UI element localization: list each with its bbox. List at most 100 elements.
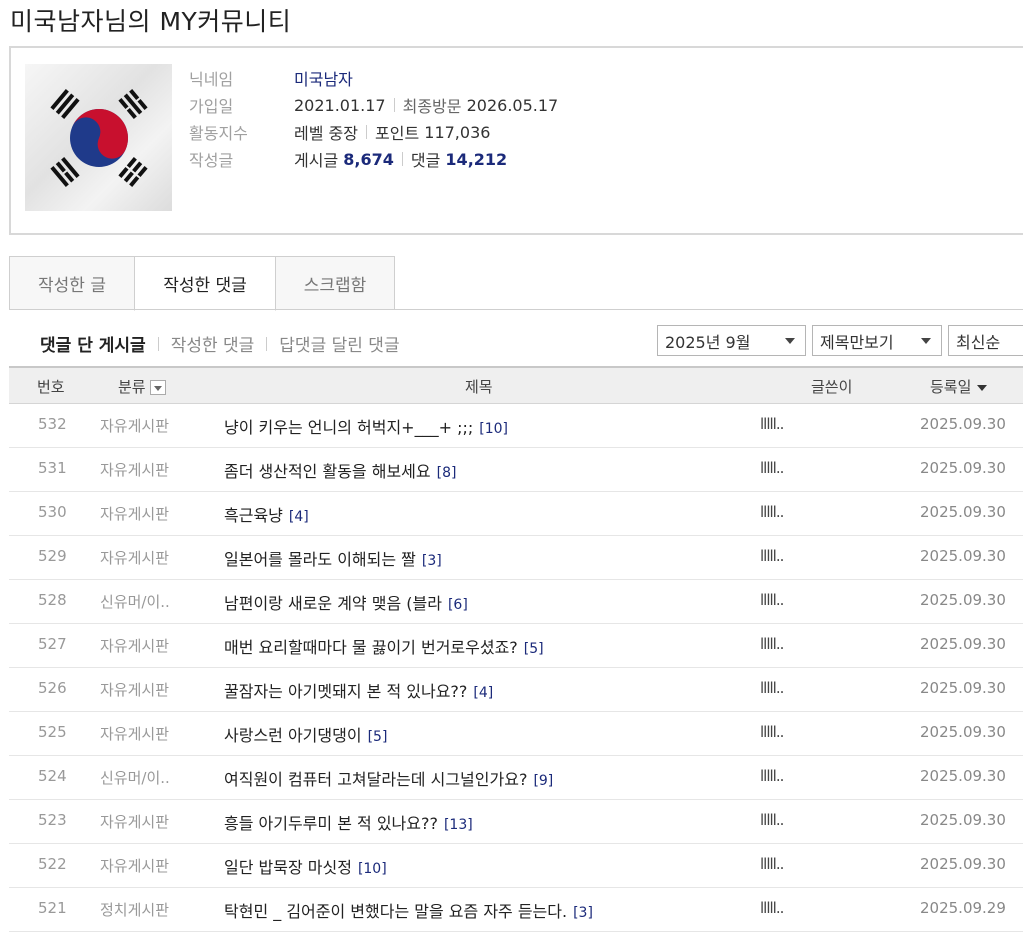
row-writer[interactable]: lllll.. [760,415,784,433]
subnav-commented-posts[interactable]: 댓글 단 게시글 [40,331,146,356]
row-comment-count[interactable]: [10] [358,861,387,877]
row-title[interactable]: 사랑스런 아기댕댕이 [5] [224,722,387,746]
chevron-down-icon [921,338,931,344]
row-category[interactable]: 자유게시판 [100,723,169,744]
row-comment-count[interactable]: [5] [368,729,388,745]
row-title-text[interactable]: 좀더 생산적인 활동을 해보세요 [224,462,431,481]
comment-count-label: 댓글 [410,151,441,170]
row-title[interactable]: 탁현민 _ 김어준이 변했다는 말을 요즘 자주 듣는다. [3] [224,898,593,922]
sort-select[interactable]: 최신순 [948,325,1023,356]
row-title[interactable]: 매번 요리할때마다 물 끓이기 번거로우셨죠? [5] [224,634,544,658]
page-title: 미국남자님의 MY커뮤니티 [10,7,292,36]
row-comment-count[interactable]: [5] [524,641,544,657]
table-row: 527 자유게시판 매번 요리할때마다 물 끓이기 번거로우셨죠? [5] lllll.… [9,624,1023,668]
post-count-label: 게시글 [294,151,339,170]
row-title[interactable]: 일본어를 몰라도 이해되는 짤 [3] [224,546,442,570]
row-date: 2025.09.30 [920,503,1006,521]
divider [266,336,268,351]
row-title-text[interactable]: 여직원이 컴퓨터 고쳐달라는데 시그널인가요? [224,770,527,789]
row-category[interactable]: 자유게시판 [100,679,169,700]
sort-desc-icon [977,384,988,391]
join-label: 가입일 [189,97,234,116]
row-writer[interactable]: lllll.. [760,723,784,741]
row-category[interactable]: 자유게시판 [100,811,169,832]
row-comment-count[interactable]: [10] [479,421,508,437]
row-category[interactable]: 신유머/이.. [100,767,170,788]
nickname-label: 닉네임 [189,70,234,89]
row-date: 2025.09.30 [920,459,1006,477]
month-select[interactable]: 2025년 9월 [657,325,806,356]
row-comment-count[interactable]: [9] [533,773,553,789]
nickname-link[interactable]: 미국남자 [294,66,353,90]
row-comment-count[interactable]: [4] [289,509,309,525]
row-date: 2025.09.30 [920,635,1006,653]
row-title[interactable]: 흑근육냥 [4] [224,502,309,526]
row-category[interactable]: 신유머/이.. [100,591,170,612]
tab-written-comments[interactable]: 작성한 댓글 [134,256,276,311]
row-writer[interactable]: lllll.. [760,635,784,653]
chevron-down-icon [785,338,795,344]
row-date: 2025.09.30 [920,855,1006,873]
row-title-text[interactable]: 남편이랑 새로운 계약 맺음 (블라 [224,594,442,613]
row-category[interactable]: 자유게시판 [100,503,169,524]
row-date: 2025.09.30 [920,591,1006,609]
row-writer[interactable]: lllll.. [760,767,784,785]
divider [366,125,367,139]
row-writer[interactable]: lllll.. [760,899,784,917]
row-title-text[interactable]: 사랑스런 아기댕댕이 [224,726,362,745]
row-title-text[interactable]: 냥이 키우는 언니의 허벅지+___+ ;;; [224,418,473,437]
row-title[interactable]: 좀더 생산적인 활동을 해보세요 [8] [224,458,456,482]
tab-written-posts[interactable]: 작성한 글 [9,256,135,310]
row-title[interactable]: 여직원이 컴퓨터 고쳐달라는데 시그널인가요? [9] [224,766,553,790]
row-comment-count[interactable]: [8] [437,465,457,481]
row-writer[interactable]: lllll.. [760,591,784,609]
subnav-my-comments[interactable]: 작성한 댓글 [171,331,255,356]
row-writer[interactable]: lllll.. [760,547,784,565]
row-comment-count[interactable]: [13] [444,817,473,833]
tab-scraps[interactable]: 스크랩함 [275,256,395,310]
activity-info: 레벨 중장 포인트 117,036 [294,120,490,144]
row-title-text[interactable]: 흑근육냥 [224,506,283,525]
row-title[interactable]: 흥들 아기두루미 본 적 있나요?? [13] [224,810,473,834]
post-count[interactable]: 8,674 [343,150,394,169]
subnav-replied-comments[interactable]: 답댓글 달린 댓글 [279,331,399,356]
row-title[interactable]: 일단 밥묵장 마싯정 [10] [224,854,387,878]
row-number: 532 [38,415,67,433]
row-title[interactable]: 냥이 키우는 언니의 허벅지+___+ ;;; [10] [224,414,508,438]
row-category[interactable]: 자유게시판 [100,415,169,436]
row-category[interactable]: 자유게시판 [100,855,169,876]
row-title-text[interactable]: 매번 요리할때마다 물 끓이기 번거로우셨죠? [224,638,518,657]
row-category[interactable]: 자유게시판 [100,635,169,656]
row-category[interactable]: 자유게시판 [100,459,169,480]
row-writer[interactable]: lllll.. [760,679,784,697]
row-title-text[interactable]: 흥들 아기두루미 본 적 있나요?? [224,814,438,833]
row-title-text[interactable]: 일본어를 몰라도 이해되는 짤 [224,550,416,569]
row-date: 2025.09.30 [920,547,1006,565]
nickname-value[interactable]: 미국남자 [294,66,353,90]
row-comment-count[interactable]: [6] [448,597,468,613]
view-select[interactable]: 제목만보기 [812,325,942,356]
comment-count[interactable]: 14,212 [445,150,507,169]
activity-label: 활동지수 [189,124,248,143]
row-title[interactable]: 남편이랑 새로운 계약 맺음 (블라 [6] [224,590,468,614]
row-category[interactable]: 정치게시판 [100,899,169,920]
row-comment-count[interactable]: [4] [473,685,493,701]
row-title[interactable]: 꿀잠자는 아기멧돼지 본 적 있나요?? [4] [224,678,493,702]
filter-dropdown-icon[interactable] [149,380,166,395]
row-title-text[interactable]: 일단 밥묵장 마싯정 [224,858,352,877]
row-comment-count[interactable]: [3] [573,905,593,921]
header-date[interactable]: 등록일 [930,376,988,397]
header-category[interactable]: 분류 [118,376,166,397]
row-number: 530 [38,503,67,521]
sub-nav: 댓글 단 게시글 작성한 댓글 답댓글 달린 댓글 [40,331,400,356]
row-writer[interactable]: lllll.. [760,855,784,873]
row-writer[interactable]: lllll.. [760,459,784,477]
row-writer[interactable]: lllll.. [760,811,784,829]
month-select-value: 2025년 9월 [665,332,751,352]
row-comment-count[interactable]: [3] [422,553,442,569]
row-category[interactable]: 자유게시판 [100,547,169,568]
row-title-text[interactable]: 꿀잠자는 아기멧돼지 본 적 있나요?? [224,682,467,701]
row-title-text[interactable]: 탁현민 _ 김어준이 변했다는 말을 요즘 자주 듣는다. [224,902,567,921]
header-category-label: 분류 [118,378,146,396]
row-writer[interactable]: lllll.. [760,503,784,521]
